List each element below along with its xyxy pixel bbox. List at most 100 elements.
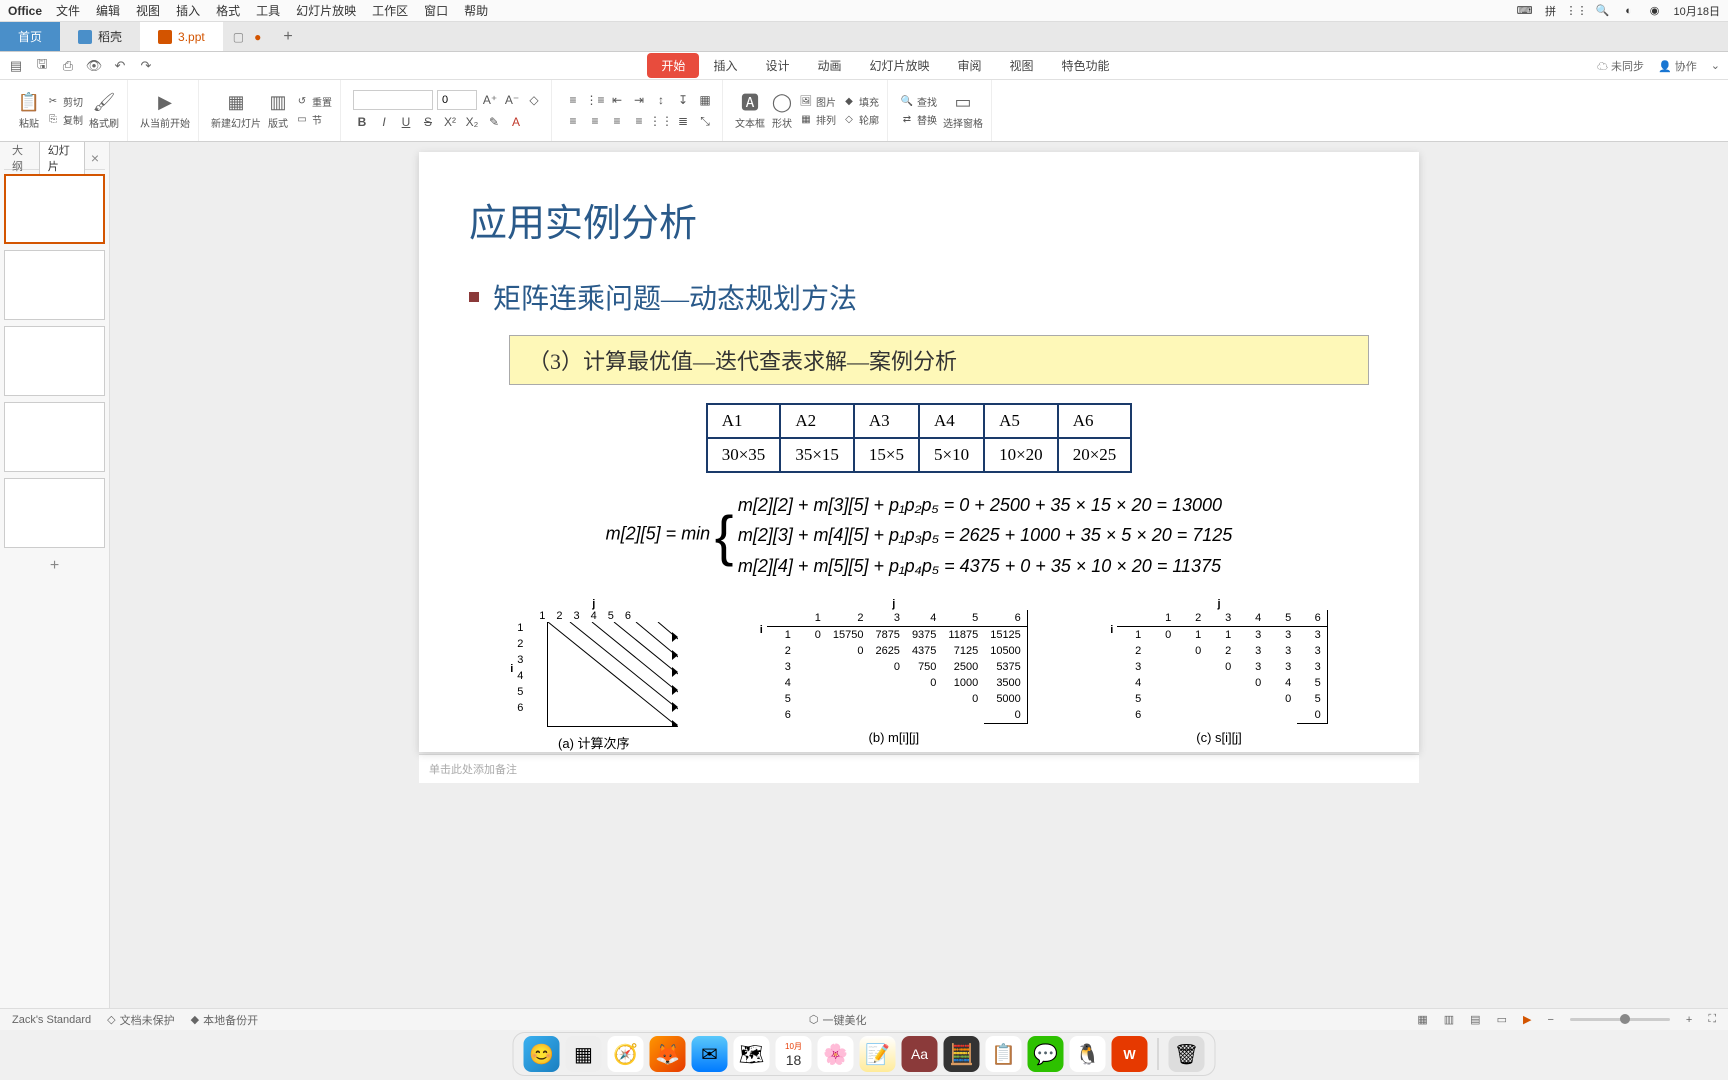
slide-thumb-2[interactable] [4,250,105,320]
ribbon-tab-special[interactable]: 特色功能 [1048,53,1124,78]
arrange-button[interactable]: ▦排列 [799,112,836,127]
tab-add[interactable]: + [271,22,304,51]
present-icon[interactable]: ▢ [233,30,244,44]
font-size-input[interactable] [437,90,477,110]
view-normal-icon[interactable]: ▦ [1417,1013,1427,1026]
status-backup[interactable]: ◆ 本地备份开 [191,1012,258,1028]
dock-notes-icon[interactable]: 📝 [860,1036,896,1072]
status-protect[interactable]: ◇ 文档未保护 [107,1012,174,1028]
select-pane-button[interactable]: ▭选择窗格 [943,91,983,130]
outline-tab[interactable]: 大纲 [4,142,39,176]
siri-icon[interactable]: ◉ [1648,4,1662,18]
menu-help[interactable]: 帮助 [464,2,488,19]
menubar-date[interactable]: 10月18日 [1674,3,1720,19]
menu-file[interactable]: 文件 [56,2,80,19]
paragraph-dialog-button[interactable]: ⤡ [696,112,714,130]
dock-maps-icon[interactable]: 🗺 [734,1036,770,1072]
section-button[interactable]: ▭节 [295,112,332,127]
fill-button[interactable]: ◆填充 [842,94,879,109]
menu-window[interactable]: 窗口 [424,2,448,19]
wifi-icon[interactable]: ⋮⋮ [1570,4,1584,18]
add-slide-button[interactable]: + [4,554,105,578]
clear-format-icon[interactable]: ◇ [525,91,543,109]
slide-thumb-4[interactable] [4,402,105,472]
line-spacing-button[interactable]: ↕ [652,91,670,109]
align-right-button[interactable]: ≡ [608,112,626,130]
zoom-handle[interactable] [1620,1014,1630,1024]
find-button[interactable]: 🔍查找 [900,94,937,109]
tab-home[interactable]: 首页 [0,22,60,51]
dock-wps-icon[interactable]: W [1112,1036,1148,1072]
picture-button[interactable]: 🖼图片 [799,94,836,109]
ime-icon[interactable]: ⌨ [1518,4,1532,18]
dock-calculator-icon[interactable]: 🧮 [944,1036,980,1072]
reset-button[interactable]: ↺重置 [295,94,332,109]
qat-menu-icon[interactable]: ▤ [8,58,24,74]
replace-button[interactable]: ⇄替换 [900,112,937,127]
slides-tab[interactable]: 幻灯片 [39,142,85,176]
text-highlight-button[interactable]: ▦ [696,91,714,109]
superscript-button[interactable]: X² [441,113,459,131]
menu-tools[interactable]: 工具 [256,2,280,19]
dock-trash-icon[interactable]: 🗑 [1169,1036,1205,1072]
textbox-button[interactable]: 🅰文本框 [735,91,765,130]
slide-thumb-5[interactable] [4,478,105,548]
dock-qq-icon[interactable]: 🐧 [1070,1036,1106,1072]
panel-close-icon[interactable]: × [85,150,105,166]
strikethrough-button[interactable]: S [419,113,437,131]
align-distribute-button[interactable]: ≣ [674,112,692,130]
layout-button[interactable]: ▥版式 [267,91,289,130]
decrease-indent-button[interactable]: ⇤ [608,91,626,109]
font-name-input[interactable] [353,90,433,110]
increase-font-icon[interactable]: A⁺ [481,91,499,109]
control-center-icon[interactable]: ◐ [1622,4,1636,18]
paste-button[interactable]: 📋粘贴 [18,91,40,130]
dock-finder-icon[interactable]: 😊 [524,1036,560,1072]
dock-photos-icon[interactable]: 🌸 [818,1036,854,1072]
dock-launchpad-icon[interactable]: ▦ [566,1036,602,1072]
dock-calendar-icon[interactable]: 10月18 [776,1036,812,1072]
dock-wechat-icon[interactable]: 💬 [1028,1036,1064,1072]
shape-button[interactable]: ◯形状 [771,91,793,130]
ribbon-tab-start[interactable]: 开始 [647,53,699,78]
underline-button[interactable]: U [397,113,415,131]
zoom-slider[interactable] [1570,1018,1670,1021]
search-icon[interactable]: 🔍 [1596,4,1610,18]
decrease-font-icon[interactable]: A⁻ [503,91,521,109]
font-color-button[interactable]: A [507,113,525,131]
zoom-in-button[interactable]: + [1686,1014,1692,1026]
italic-button[interactable]: I [375,113,393,131]
ribbon-tab-slideshow[interactable]: 幻灯片放映 [855,53,943,78]
canvas-area[interactable]: 应用实例分析 矩阵连乘问题—动态规划方法 （3）计算最优值—迭代查表求解—案例分… [110,142,1728,1008]
outline-button[interactable]: ◇轮廓 [842,112,879,127]
notes-area[interactable]: 单击此处添加备注 [419,754,1419,783]
ribbon-tab-design[interactable]: 设计 [751,53,803,78]
align-justify-button[interactable]: ≡ [630,112,648,130]
new-slide-button[interactable]: ▦新建幻灯片 [211,91,261,130]
pinyin-icon[interactable]: 拼 [1544,4,1558,18]
align-left-button[interactable]: ≡ [564,112,582,130]
qat-redo-icon[interactable]: ↷ [138,58,154,74]
view-reading-icon[interactable]: ▭ [1497,1013,1507,1026]
slide-thumb-3[interactable] [4,326,105,396]
menu-view[interactable]: 视图 [136,2,160,19]
dock-mail-icon[interactable]: ✉ [692,1036,728,1072]
bold-button[interactable]: B [353,113,371,131]
qat-print-icon[interactable]: ⎙ [60,58,76,74]
qat-undo-icon[interactable]: ↶ [112,58,128,74]
from-current-button[interactable]: ▶从当前开始 [140,91,190,130]
numbering-button[interactable]: ⋮≡ [586,91,604,109]
sync-status[interactable]: ☁ 未同步 [1597,58,1644,74]
menu-workspace[interactable]: 工作区 [372,2,408,19]
menu-insert[interactable]: 插入 [176,2,200,19]
ribbon-tab-view[interactable]: 视图 [996,53,1048,78]
dock-safari-icon[interactable]: 🧭 [608,1036,644,1072]
ribbon-tab-insert[interactable]: 插入 [699,53,751,78]
cut-button[interactable]: ✂剪切 [46,94,83,109]
tab-close-dot[interactable]: ● [254,30,261,44]
view-notes-icon[interactable]: ▤ [1470,1013,1480,1026]
dock-reminders-icon[interactable]: 📋 [986,1036,1022,1072]
format-painter-button[interactable]: 🖌格式刷 [89,91,119,130]
view-sorter-icon[interactable]: ▥ [1444,1013,1454,1026]
ribbon-collapse-icon[interactable]: ⌄ [1711,59,1720,72]
